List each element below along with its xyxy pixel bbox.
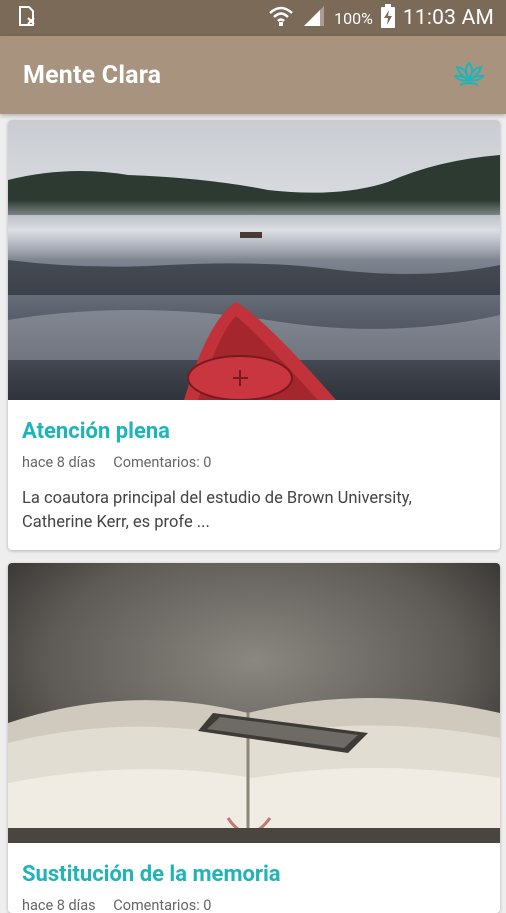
article-card[interactable]: Atención plena hace 8 días Comentarios: …	[8, 120, 500, 550]
status-bar: 100% 11:03 AM	[0, 0, 506, 36]
article-comments: Comentarios: 0	[113, 897, 212, 913]
sim-card-icon	[16, 5, 38, 31]
article-card[interactable]: Sustitución de la memoria hace 8 días Co…	[8, 563, 500, 913]
article-excerpt: La coautora principal del estudio de Bro…	[22, 489, 412, 532]
app-title: Mente Clara	[23, 60, 162, 90]
wifi-icon	[268, 4, 294, 33]
article-image-kayak	[8, 120, 500, 400]
signal-icon	[302, 5, 326, 32]
article-meta: hace 8 días Comentarios: 0	[22, 454, 486, 471]
article-title[interactable]: Sustitución de la memoria	[22, 861, 486, 889]
battery-percent: 100%	[334, 8, 373, 28]
article-title[interactable]: Atención plena	[22, 418, 486, 446]
article-comments: Comentarios: 0	[113, 454, 212, 471]
article-date: hace 8 días	[22, 454, 96, 471]
battery-charging-icon	[380, 3, 395, 33]
app-bar: Mente Clara	[0, 36, 506, 114]
article-date: hace 8 días	[22, 897, 96, 913]
lotus-icon[interactable]	[452, 58, 486, 92]
article-image-album	[8, 563, 500, 843]
article-meta: hace 8 días Comentarios: 0	[22, 897, 486, 913]
clock: 11:03 AM	[402, 6, 494, 30]
